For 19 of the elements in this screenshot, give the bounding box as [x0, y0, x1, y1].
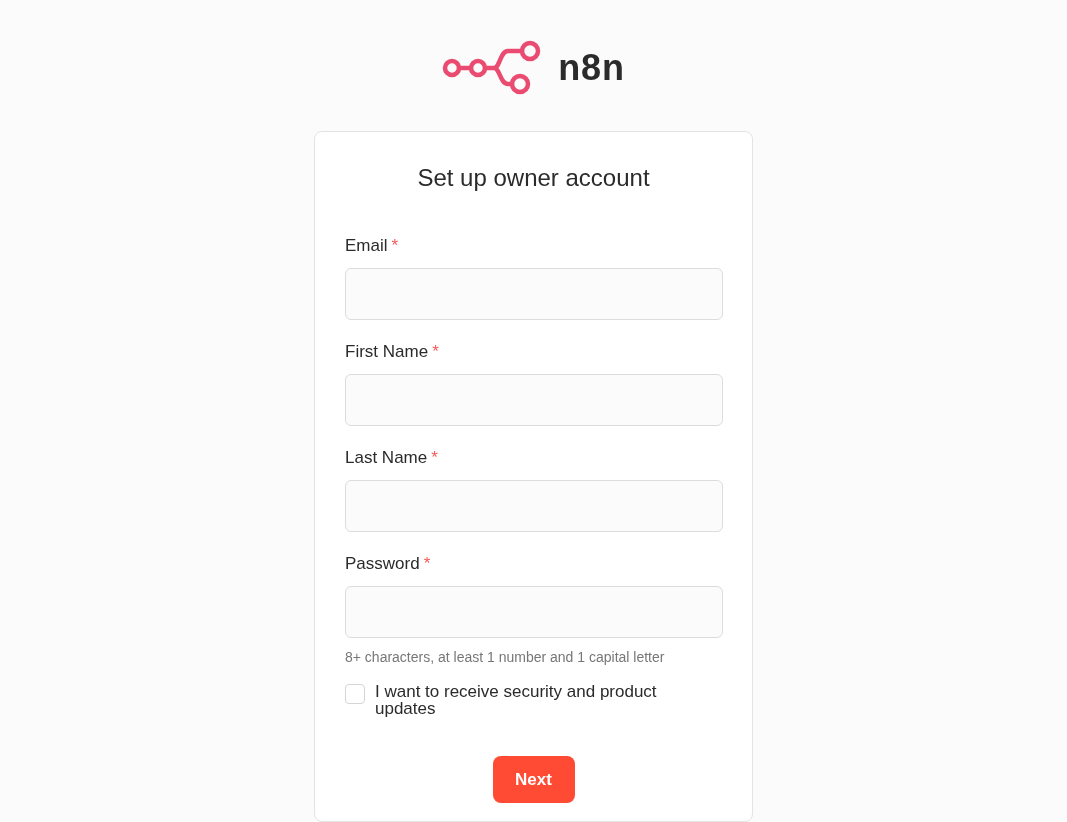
- input-field[interactable]: [345, 268, 723, 320]
- input-field[interactable]: [345, 480, 723, 532]
- logo-wordmark: n8n: [558, 50, 625, 86]
- consent-checkbox[interactable]: [345, 684, 365, 704]
- input-field[interactable]: [345, 586, 723, 638]
- required-mark: *: [391, 235, 399, 257]
- required-mark: *: [431, 447, 438, 469]
- card-title: Set up owner account: [417, 163, 650, 193]
- logo-icon: [442, 40, 543, 96]
- required-mark: *: [423, 553, 431, 575]
- field-label: Last Name: [345, 447, 428, 469]
- next-button[interactable]: Next: [492, 756, 575, 803]
- field-label: Password: [345, 553, 420, 575]
- consent-label: I want to receive security and product updates: [375, 683, 658, 717]
- password-hint: 8+ characters, at least 1 number and 1 capital letter: [345, 648, 666, 667]
- field-label: First Name: [345, 341, 429, 363]
- required-mark: *: [432, 341, 439, 363]
- field-label: Email: [345, 235, 388, 257]
- input-field[interactable]: [345, 374, 723, 426]
